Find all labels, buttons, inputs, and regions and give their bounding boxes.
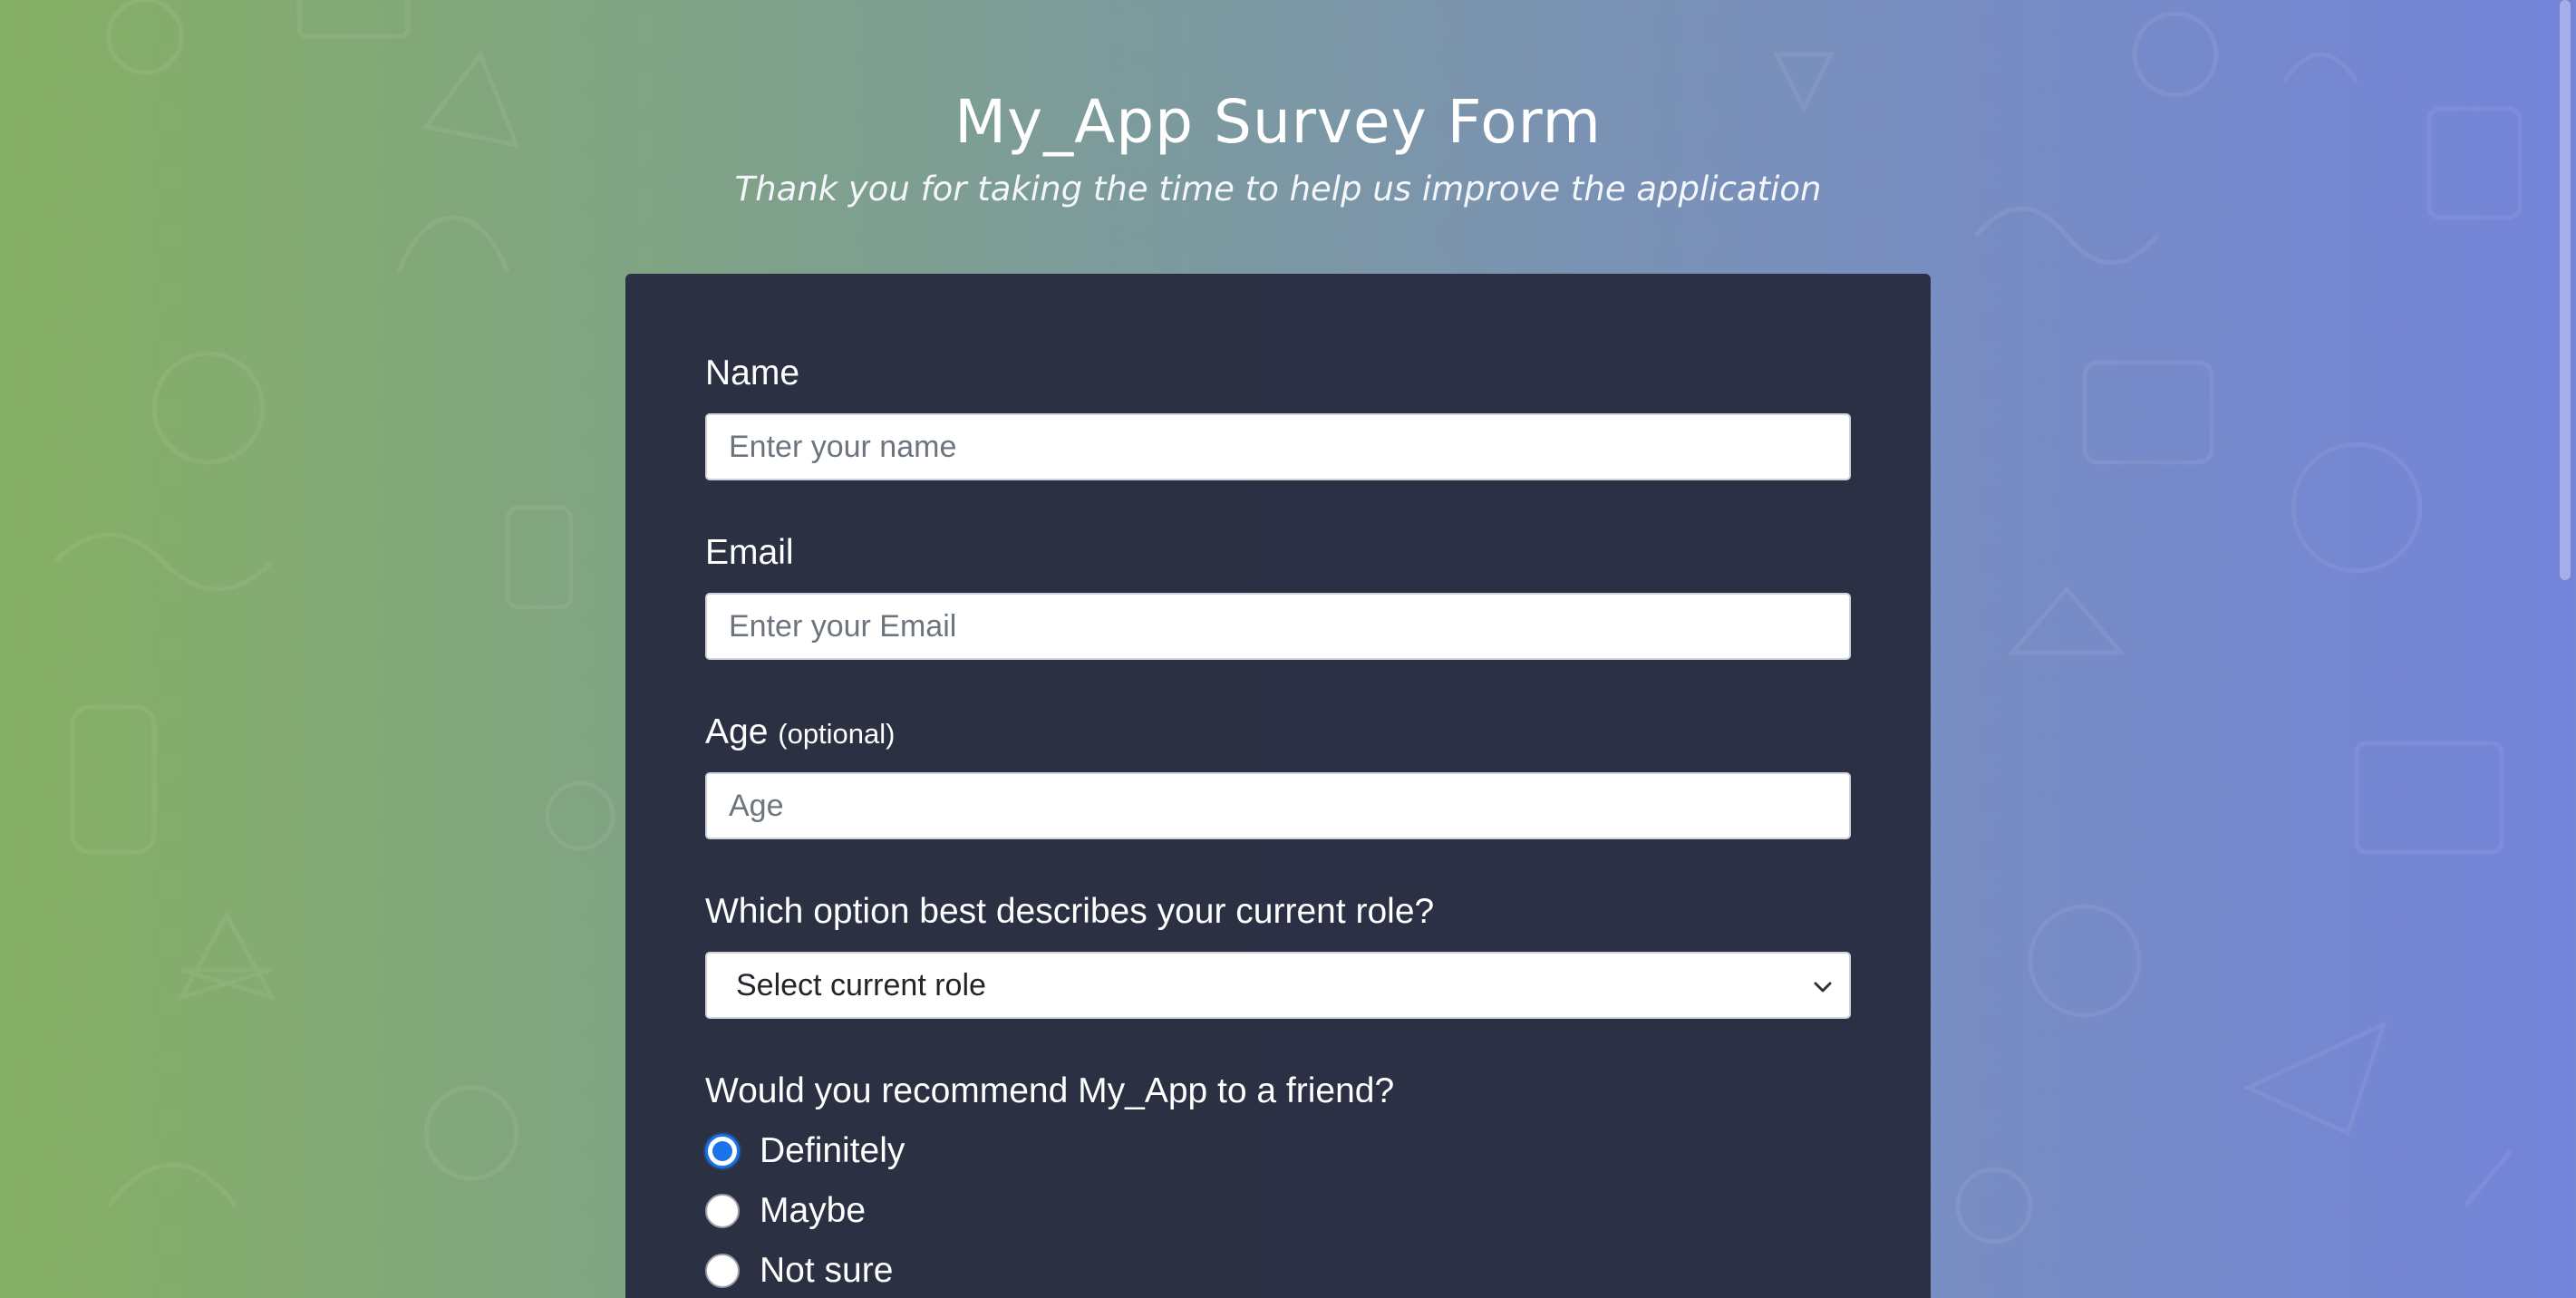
scrollbar-thumb[interactable] xyxy=(2560,0,2571,580)
page-header: My_App Survey Form Thank you for taking … xyxy=(0,82,2556,212)
radio-option-maybe[interactable]: Maybe xyxy=(705,1187,866,1235)
recommend-field-group: Would you recommend My_App to a friend? … xyxy=(705,1070,1851,1290)
age-input[interactable] xyxy=(705,772,1851,839)
role-select-value: Select current role xyxy=(736,967,986,1003)
radio-label-maybe: Maybe xyxy=(760,1191,867,1230)
radio-button-not-sure[interactable] xyxy=(705,1254,740,1288)
email-input[interactable] xyxy=(705,593,1851,660)
radio-label-definitely: Definitely xyxy=(760,1131,905,1170)
role-label: Which option best describes your current… xyxy=(705,892,1435,931)
role-select[interactable]: Select current role xyxy=(705,952,1851,1019)
role-field-group: Which option best describes your current… xyxy=(705,890,1851,1019)
recommend-label: Would you recommend My_App to a friend? xyxy=(705,1071,1395,1110)
age-label: Age (optional) xyxy=(705,711,1851,756)
radio-option-definitely[interactable]: Definitely xyxy=(705,1128,905,1175)
name-input[interactable] xyxy=(705,413,1851,480)
name-field-group: Name xyxy=(705,352,1851,480)
email-label: Email xyxy=(705,533,794,572)
radio-button-maybe[interactable] xyxy=(705,1194,740,1228)
survey-form: Name Email Age (optional) Which option b… xyxy=(625,274,1931,1298)
page-title: My_App Survey Form xyxy=(954,87,1602,157)
age-label-text: Age xyxy=(705,712,769,751)
radio-label-not-sure: Not sure xyxy=(760,1251,894,1290)
name-label: Name xyxy=(705,354,800,392)
age-optional-note: (optional) xyxy=(778,718,896,750)
radio-button-definitely[interactable] xyxy=(705,1134,740,1168)
radio-option-not-sure[interactable]: Not sure xyxy=(705,1247,893,1294)
chevron-down-icon xyxy=(1814,982,1832,993)
age-field-group: Age (optional) xyxy=(705,711,1851,839)
email-field-group: Email xyxy=(705,531,1851,660)
page-subtitle: Thank you for taking the time to help us… xyxy=(734,170,1822,208)
